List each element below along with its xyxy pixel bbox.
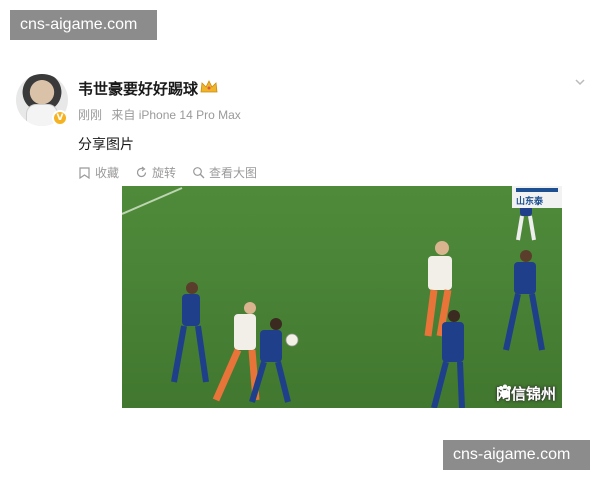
player-blue-3 — [503, 250, 545, 351]
player-orange-2 — [424, 241, 452, 337]
scoreboard: 山东泰 — [512, 186, 562, 208]
view-large-label: 查看大图 — [209, 165, 258, 180]
post-time: 刚刚 — [78, 108, 103, 122]
collect-label: 收藏 — [95, 165, 120, 180]
player-blue-2 — [249, 318, 291, 403]
paw-icon — [498, 384, 511, 398]
rotate-icon — [136, 166, 147, 177]
player-blue-1 — [171, 282, 209, 383]
rotate-label: 旋转 — [152, 165, 177, 180]
crown-icon — [200, 80, 218, 93]
post-source[interactable]: 来自 iPhone 14 Pro Max — [111, 108, 240, 122]
rotate-button[interactable]: 旋转 — [135, 162, 176, 182]
site-watermark-top: cns-aigame.com — [10, 10, 157, 40]
collect-button[interactable]: 收藏 — [78, 162, 119, 182]
chevron-down-icon[interactable] — [574, 76, 586, 88]
post-text: 分享图片 — [78, 137, 134, 153]
match-photo[interactable]: 山东泰 网信锦州 — [122, 186, 562, 408]
post-meta: 刚刚 来自 iPhone 14 Pro Max — [78, 106, 241, 123]
image-toolbar: 收藏 旋转 查看大图 — [78, 162, 578, 182]
scoreboard-text: 山东泰 — [516, 197, 544, 207]
username[interactable]: 韦世豪要好好踢球 — [78, 78, 198, 99]
bookmark-icon — [79, 166, 90, 179]
site-watermark-bottom: cns-aigame.com — [443, 440, 590, 470]
enlarge-icon — [193, 166, 205, 178]
player-orange-1 — [212, 302, 260, 402]
football-scene — [122, 187, 545, 408]
verified-badge-icon: V — [52, 110, 68, 126]
view-large-button[interactable]: 查看大图 — [192, 162, 257, 182]
post-card: V 韦世豪要好好踢球 刚刚 来自 iPhone 14 Pro Max 分享图片 … — [0, 62, 600, 417]
photo-watermark: 网信锦州 — [496, 383, 556, 404]
